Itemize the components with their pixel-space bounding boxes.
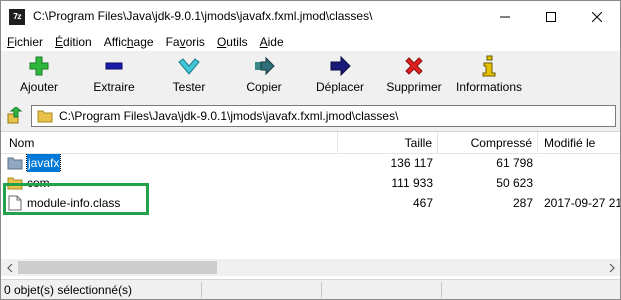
chevron-left-icon: [6, 263, 12, 272]
menu-mnemonic: É: [55, 35, 64, 49]
move-label: Déplacer: [315, 80, 365, 94]
status-divider: [201, 282, 202, 298]
delete-x-icon: [403, 55, 425, 77]
delete-button[interactable]: Supprimer: [383, 55, 445, 99]
menu-label: Affic: [103, 35, 127, 49]
app-icon: 7z: [9, 9, 25, 25]
highlight-annotation: [3, 183, 149, 215]
add-icon: [28, 55, 50, 77]
info-button[interactable]: Informations: [453, 55, 525, 99]
address-field[interactable]: C:\Program Files\Java\jdk-9.0.1\jmods\ja…: [31, 105, 616, 127]
close-icon: [592, 12, 602, 22]
window-title: C:\Program Files\Java\jdk-9.0.1\jmods\ja…: [33, 9, 373, 23]
list-item-packed: 61 798: [496, 156, 533, 170]
menu-label: oris: [185, 35, 205, 49]
list-item-modified: 2017-09-27 21:: [544, 196, 620, 210]
copy-label: Copier: [246, 80, 282, 94]
up-folder-button[interactable]: [5, 106, 25, 126]
menu-aide[interactable]: Aide: [254, 33, 290, 51]
address-path: C:\Program Files\Java\jdk-9.0.1\jmods\ja…: [59, 109, 399, 123]
minimize-button[interactable]: [482, 1, 528, 33]
chevron-right-icon: [609, 263, 615, 272]
list-item-packed: 287: [512, 196, 533, 210]
scroll-left-button[interactable]: [1, 259, 18, 276]
horizontal-scrollbar[interactable]: [1, 259, 620, 276]
menu-fichier[interactable]: Fichier: [1, 33, 49, 51]
copy-arrow-icon: [253, 55, 275, 77]
status-bar: 0 objet(s) sélectionné(s): [1, 279, 620, 299]
list-item[interactable]: javafx 136 117 61 798: [1, 154, 620, 172]
move-button[interactable]: Déplacer: [312, 55, 368, 99]
folder-icon: [7, 155, 23, 171]
list-item-modified: [544, 154, 620, 172]
menu-label: dition: [63, 35, 92, 49]
list-item-name-cell: javafx: [7, 154, 337, 172]
move-arrow-icon: [329, 55, 351, 77]
list-item-size: 467: [412, 196, 433, 210]
menu-label: ichier: [14, 35, 44, 49]
menu-affichage[interactable]: Affichage: [98, 33, 160, 51]
column-header-size[interactable]: Taille: [338, 132, 438, 154]
menu-mnemonic: A: [259, 35, 268, 49]
scrollbar-thumb[interactable]: [18, 261, 217, 274]
menu-label: utils: [226, 35, 248, 49]
copy-button[interactable]: Copier: [241, 55, 287, 99]
status-divider: [321, 282, 322, 298]
list-item-modified: [544, 174, 620, 192]
menu-label: ide: [267, 35, 284, 49]
menu-favoris[interactable]: Favoris: [160, 33, 211, 51]
status-divider: [441, 282, 442, 298]
extract-label: Extraire: [93, 80, 135, 94]
close-button[interactable]: [574, 1, 620, 33]
maximize-button[interactable]: [528, 1, 574, 33]
menu-label: Fa: [165, 35, 180, 49]
add-button[interactable]: Ajouter: [15, 55, 63, 99]
title-bar: 7z C:\Program Files\Java\jdk-9.0.1\jmods…: [1, 1, 620, 33]
delete-label: Supprimer: [386, 80, 442, 94]
scroll-right-button[interactable]: [603, 259, 620, 276]
minimize-icon: [500, 16, 510, 18]
column-header-name[interactable]: Nom: [1, 132, 338, 154]
folder-icon: [37, 110, 53, 123]
list-item-size: 111 933: [391, 176, 433, 190]
list-item-name: javafx: [25, 154, 62, 172]
toolbar: Ajouter Extraire Tester Copier Déplacer: [1, 51, 620, 101]
menu-outils[interactable]: Outils: [211, 33, 254, 51]
info-icon: [478, 55, 500, 77]
menu-edition[interactable]: Édition: [49, 33, 98, 51]
address-bar: C:\Program Files\Java\jdk-9.0.1\jmods\ja…: [1, 104, 620, 128]
minus-icon: [103, 55, 125, 77]
menu-label: age: [133, 35, 154, 49]
column-header-packed[interactable]: Compressé: [438, 132, 538, 154]
up-folder-icon: [7, 107, 23, 124]
add-label: Ajouter: [19, 80, 59, 94]
extract-button[interactable]: Extraire: [89, 55, 139, 99]
check-icon: [178, 55, 200, 77]
test-label: Tester: [172, 80, 206, 94]
column-headers: Nom Taille Compressé Modifié le: [1, 132, 620, 154]
app-window: 7z C:\Program Files\Java\jdk-9.0.1\jmods…: [0, 0, 621, 300]
maximize-icon: [546, 12, 556, 22]
list-item-size: 136 117: [390, 156, 434, 170]
column-header-modified[interactable]: Modifié le: [538, 132, 620, 154]
list-item-packed: 50 623: [496, 176, 533, 190]
status-text: 0 objet(s) sélectionné(s): [4, 283, 133, 297]
info-label: Informations: [455, 80, 523, 94]
menu-mnemonic: O: [216, 35, 227, 49]
menu-bar: Fichier Édition Affichage Favoris Outils…: [1, 33, 620, 51]
menu-mnemonic: h: [126, 35, 134, 49]
test-button[interactable]: Tester: [167, 55, 211, 99]
